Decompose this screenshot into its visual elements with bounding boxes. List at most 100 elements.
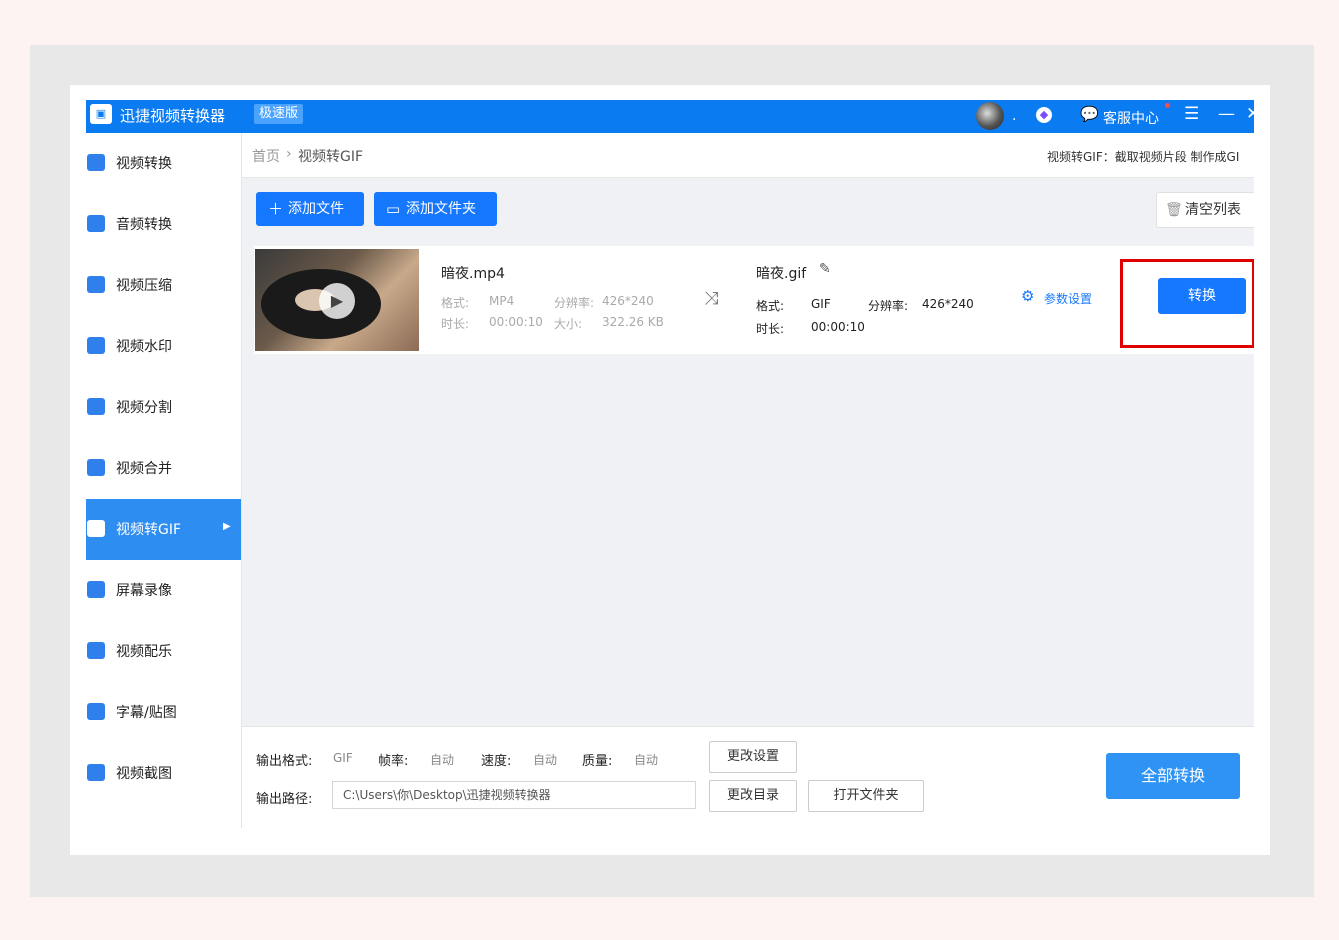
audio-convert-icon [87, 215, 105, 232]
add-file-button[interactable]: ＋ 添加文件 [256, 192, 364, 226]
video-thumbnail[interactable]: ▶ [255, 249, 419, 351]
feature-description: 视频转GIF：截取视频片段 制作成GI [1047, 150, 1240, 164]
frame-rate-value: 自动 [430, 753, 455, 767]
sidebar-item-label: 视频压缩 [116, 278, 172, 294]
breadcrumb-separator: › [286, 146, 292, 162]
sidebar-item-label: 音频转换 [116, 217, 172, 233]
minimize-icon[interactable]: — [1218, 104, 1235, 124]
bottom-bar: 输出格式: GIF 帧率: 自动 速度: 自动 质量: 自动 更改设置 输出路径… [242, 726, 1254, 828]
output-duration-value: 00:00:10 [811, 320, 865, 334]
video-gif-icon [87, 520, 105, 537]
frame-rate-label: 帧率: [378, 754, 409, 769]
output-file-name[interactable]: 暗夜.gif [756, 263, 806, 283]
file-row: ▶ 暗夜.mp4 格式: MP4 分辨率: 426*240 时长: 00:00:… [254, 246, 1254, 354]
sidebar-item-6[interactable]: 视频转GIF ▶ [86, 499, 241, 560]
sidebar-item-label: 视频截图 [116, 766, 172, 782]
sidebar-item-8[interactable]: 视频配乐 [86, 621, 241, 682]
source-file-name: 暗夜.mp4 [441, 266, 505, 282]
output-format-label: 输出格式: [256, 754, 313, 769]
pencil-icon[interactable]: ✎ [819, 261, 831, 277]
add-folder-label: 添加文件夹 [406, 201, 476, 217]
sidebar-item-10[interactable]: 视频截图 [86, 743, 241, 804]
convert-all-button[interactable]: 全部转换 [1106, 753, 1240, 799]
sidebar-item-7[interactable]: 屏幕录像 [86, 560, 241, 621]
source-resolution-value: 426*240 [602, 294, 654, 308]
source-format-value: MP4 [489, 294, 515, 308]
chat-bubble-icon[interactable]: 💬 [1080, 105, 1099, 123]
customer-service-link[interactable]: 客服中心 [1103, 108, 1159, 128]
quality-label: 质量: [582, 754, 613, 769]
username-text: . [1012, 108, 1017, 124]
source-resolution-label: 分辨率: [554, 296, 595, 310]
app-logo-icon: ▣ [90, 104, 112, 124]
edition-badge: 极速版 [254, 104, 304, 124]
output-path-label: 输出路径: [256, 792, 313, 807]
change-settings-button[interactable]: 更改设置 [709, 741, 797, 773]
vip-icon[interactable]: ◆ [1036, 107, 1052, 123]
clear-list-button[interactable]: 🗑 清空列表 [1156, 192, 1254, 228]
sidebar-item-label: 字幕/贴图 [116, 705, 177, 721]
notification-dot [1165, 103, 1170, 108]
plus-icon: ＋ [268, 200, 284, 218]
video-watermark-icon [87, 337, 105, 354]
screen-record-icon [87, 581, 105, 598]
open-folder-button[interactable]: 打开文件夹 [808, 780, 924, 812]
breadcrumb-current: 视频转GIF [298, 149, 364, 165]
output-format-label: 格式: [756, 299, 785, 313]
source-duration-value: 00:00:10 [489, 315, 543, 329]
app-title: 迅捷视频转换器 [120, 107, 226, 125]
gear-icon[interactable]: ⚙ [1021, 287, 1034, 305]
sidebar-item-3[interactable]: 视频水印 [86, 316, 241, 377]
video-split-icon [87, 398, 105, 415]
sidebar-item-9[interactable]: 字幕/贴图 [86, 682, 241, 743]
param-settings-link[interactable]: 参数设置 [1044, 290, 1092, 307]
source-size-value: 322.26 KB [602, 315, 664, 329]
sidebar-item-label: 视频合并 [116, 461, 172, 477]
caret-right-icon: ▶ [223, 521, 231, 532]
output-format-value: GIF [333, 751, 353, 765]
menu-icon[interactable]: ☰ [1184, 104, 1199, 124]
play-icon[interactable]: ▶ [319, 283, 355, 319]
user-avatar[interactable] [976, 102, 1004, 130]
source-duration-label: 时长: [441, 317, 470, 331]
app-window: ▣ 迅捷视频转换器 极速版 . ◆ 💬 客服中心 ☰ — ✕ 视频转换 音频转换视… [86, 100, 1254, 828]
speed-label: 速度: [481, 754, 512, 769]
sidebar-item-label: 视频配乐 [116, 644, 172, 660]
sidebar: 视频转换音频转换视频压缩视频水印视频分割视频合并视频转GIF ▶ 屏幕录像视频配乐字… [86, 133, 242, 828]
video-convert-icon [87, 154, 105, 171]
sidebar-item-4[interactable]: 视频分割 [86, 377, 241, 438]
source-size-label: 大小: [554, 317, 583, 331]
change-dir-button[interactable]: 更改目录 [709, 780, 797, 812]
sidebar-item-label: 视频转换 [116, 156, 172, 172]
speed-value: 自动 [533, 753, 558, 767]
convert-button[interactable]: 转换 [1158, 278, 1246, 314]
main-panel: 首页 › 视频转GIF 视频转GIF：截取视频片段 制作成GI ＋ 添加文件 ▭… [242, 133, 1254, 828]
folder-icon: ▭ [386, 200, 401, 218]
sidebar-item-label: 屏幕录像 [116, 583, 172, 599]
video-compress-icon [87, 276, 105, 293]
output-resolution-label: 分辨率: [868, 299, 909, 313]
output-resolution-value: 426*240 [922, 297, 974, 311]
output-format-value: GIF [811, 297, 831, 311]
output-duration-label: 时长: [756, 322, 785, 336]
add-folder-button[interactable]: ▭ 添加文件夹 [374, 192, 497, 226]
quality-value: 自动 [634, 753, 659, 767]
sidebar-item-label: 视频转GIF [116, 522, 182, 538]
sidebar-item-1[interactable]: 音频转换 [86, 194, 241, 255]
sidebar-item-5[interactable]: 视频合并 [86, 438, 241, 499]
trash-icon: 🗑 [1165, 202, 1183, 218]
add-file-label: 添加文件 [288, 201, 344, 217]
subtitle-icon [87, 703, 105, 720]
close-icon[interactable]: ✕ [1246, 104, 1254, 124]
video-screenshot-icon [87, 764, 105, 781]
breadcrumb-home[interactable]: 首页 [252, 146, 280, 166]
title-bar: ▣ 迅捷视频转换器 极速版 . ◆ 💬 客服中心 ☰ — ✕ [86, 100, 1254, 133]
source-format-label: 格式: [441, 296, 470, 310]
output-path-input[interactable] [332, 781, 696, 809]
sidebar-item-label: 视频水印 [116, 339, 172, 355]
sidebar-item-2[interactable]: 视频压缩 [86, 255, 241, 316]
video-music-icon [87, 642, 105, 659]
sidebar-item-0[interactable]: 视频转换 [86, 133, 241, 194]
video-merge-icon [87, 459, 105, 476]
shuffle-icon: ⤨ [704, 288, 719, 309]
